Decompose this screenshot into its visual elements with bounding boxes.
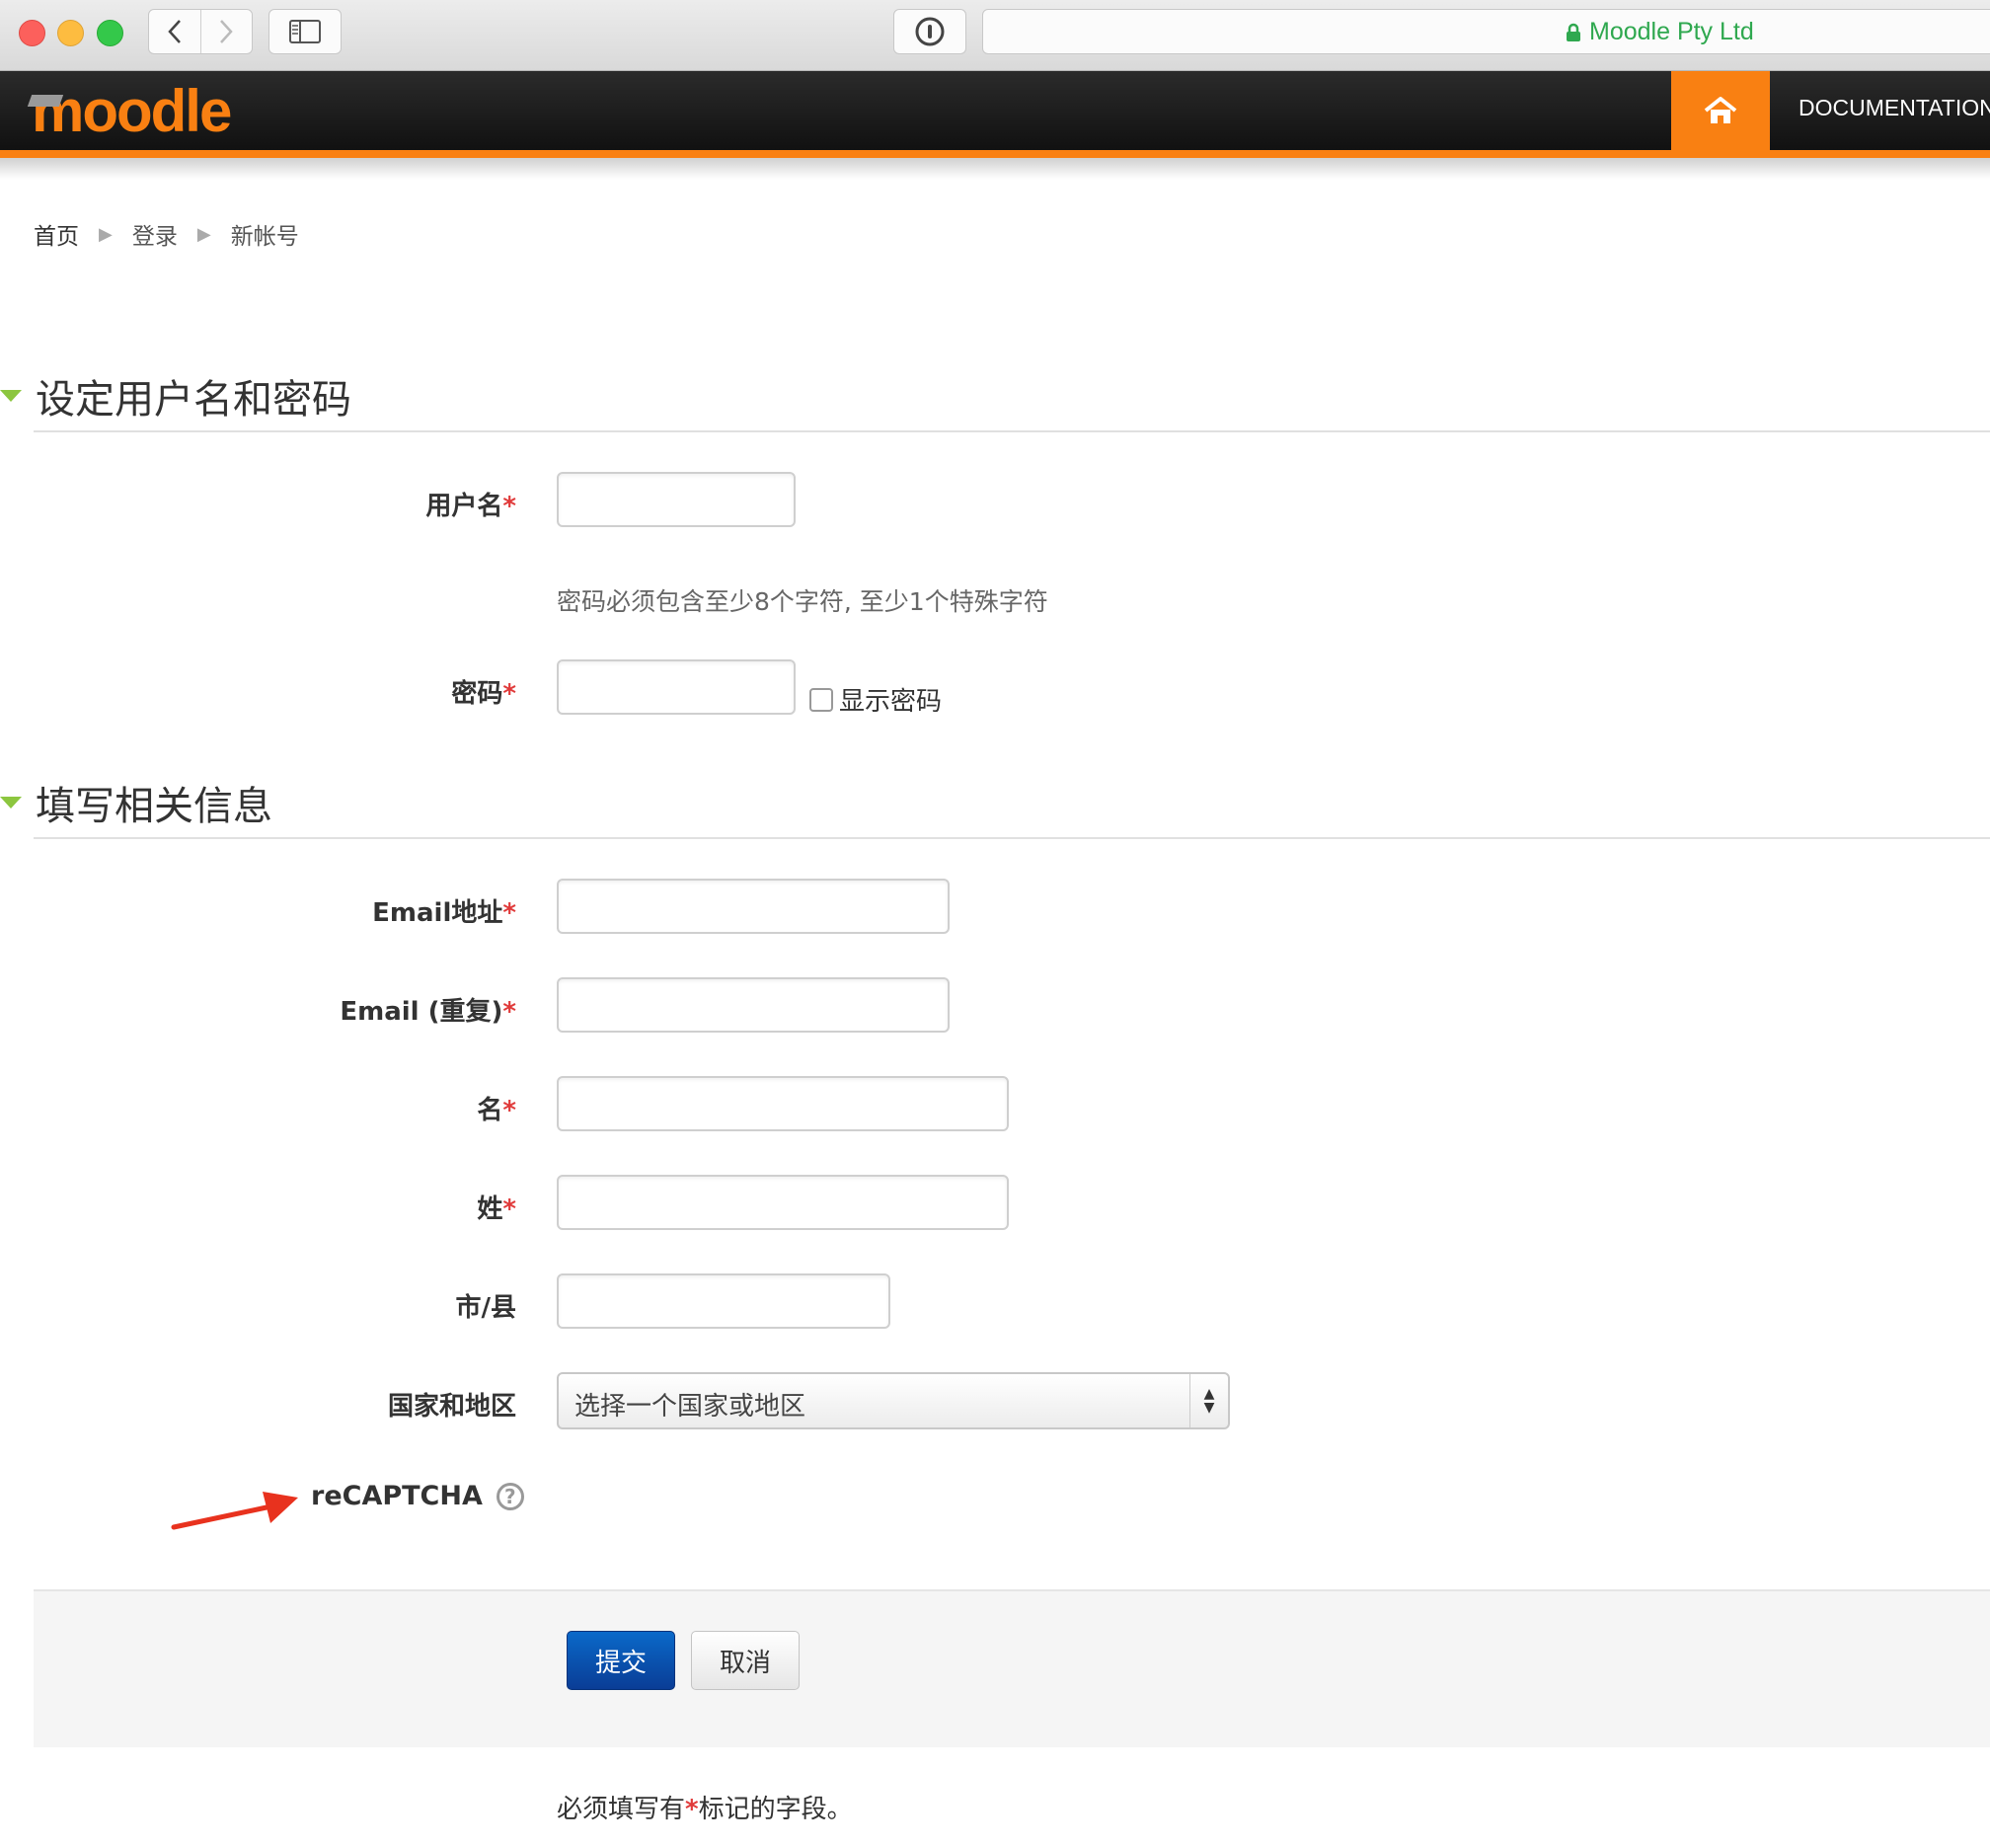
site-navbar: moodle DOCUMENTATION xyxy=(0,71,1990,158)
url-display: Moodle Pty Ltd xyxy=(1566,18,1754,46)
country-label: 国家和地区 xyxy=(387,1392,516,1422)
close-window-button[interactable] xyxy=(19,20,45,46)
email-input[interactable] xyxy=(557,879,950,934)
minimize-window-button[interactable] xyxy=(57,20,84,46)
logo-text: moodle xyxy=(32,78,232,144)
show-password-toggle[interactable]: 显示密码 xyxy=(809,681,942,718)
cancel-button[interactable]: 取消 xyxy=(691,1631,800,1690)
section-divider xyxy=(34,430,1990,432)
form-actions: 提交 取消 xyxy=(34,1589,1990,1747)
submit-button[interactable]: 提交 xyxy=(567,1631,675,1690)
username-label: 用户名* xyxy=(425,492,516,521)
expand-triangle-icon xyxy=(0,390,22,402)
address-bar[interactable]: Moodle Pty Ltd xyxy=(982,9,1990,54)
history-navigation xyxy=(148,9,253,54)
required-fields-note: 必须填写有*标记的字段。 xyxy=(557,1795,853,1824)
moodle-logo[interactable]: moodle xyxy=(27,77,232,145)
password-label: 密码* xyxy=(451,679,516,709)
email-repeat-input[interactable] xyxy=(557,977,950,1033)
recaptcha-label: reCAPTCHA ? xyxy=(311,1481,524,1511)
email-label: Email地址* xyxy=(372,898,516,928)
back-button[interactable] xyxy=(149,10,200,53)
password-manager-button[interactable] xyxy=(893,9,966,54)
username-input[interactable] xyxy=(557,472,796,527)
documentation-link[interactable]: DOCUMENTATION xyxy=(1799,95,1990,121)
city-label: 市/县 xyxy=(455,1293,517,1323)
select-arrows-icon: ▲ ▼ xyxy=(1189,1374,1228,1427)
country-select[interactable]: 选择一个国家或地区 ▲ ▼ xyxy=(557,1372,1230,1429)
section-credentials-title: 设定用户名和密码 xyxy=(36,377,351,423)
annotation-arrow-icon xyxy=(171,1492,298,1530)
section-info-header[interactable]: 填写相关信息 xyxy=(0,774,272,831)
breadcrumb-home[interactable]: 首页 xyxy=(34,217,79,251)
chevron-right-icon xyxy=(220,20,233,43)
lock-icon xyxy=(1567,23,1580,41)
password-policy-hint: 密码必须包含至少8个字符, 至少1个特殊字符 xyxy=(557,587,1048,616)
lastname-label: 姓* xyxy=(477,1194,516,1224)
city-input[interactable] xyxy=(557,1273,890,1329)
zoom-window-button[interactable] xyxy=(97,20,123,46)
show-password-checkbox[interactable] xyxy=(809,687,833,712)
breadcrumb-separator-icon: ▶ xyxy=(196,223,211,245)
url-text: Moodle Pty Ltd xyxy=(1589,18,1754,45)
navbar-shadow xyxy=(0,158,1990,180)
breadcrumb-login[interactable]: 登录 xyxy=(132,217,178,251)
section-info-title: 填写相关信息 xyxy=(36,784,272,829)
sidebar-toggle-button[interactable] xyxy=(268,9,342,54)
chevron-left-icon xyxy=(168,20,181,43)
firstname-input[interactable] xyxy=(557,1076,1009,1131)
lastname-input[interactable] xyxy=(557,1175,1009,1230)
keyhole-icon xyxy=(915,17,945,46)
section-credentials-header[interactable]: 设定用户名和密码 xyxy=(0,367,351,424)
firstname-label: 名* xyxy=(477,1096,516,1125)
home-icon xyxy=(1704,97,1737,123)
email-repeat-label: Email (重复)* xyxy=(340,997,516,1027)
help-icon[interactable]: ? xyxy=(496,1482,524,1510)
country-select-value: 选择一个国家或地区 xyxy=(574,1392,806,1422)
breadcrumb-separator-icon: ▶ xyxy=(99,223,113,245)
password-input[interactable] xyxy=(557,659,796,715)
home-button[interactable] xyxy=(1671,71,1770,150)
show-password-label: 显示密码 xyxy=(839,687,943,717)
breadcrumb: 首页 ▶ 登录 ▶ 新帐号 xyxy=(34,217,299,251)
expand-triangle-icon xyxy=(0,797,22,808)
breadcrumb-new-account: 新帐号 xyxy=(230,224,299,250)
section-divider xyxy=(34,837,1990,839)
forward-button[interactable] xyxy=(199,10,253,53)
mortarboard-icon xyxy=(27,95,64,107)
sidebar-icon xyxy=(289,20,321,43)
browser-toolbar: Moodle Pty Ltd xyxy=(0,0,1990,71)
